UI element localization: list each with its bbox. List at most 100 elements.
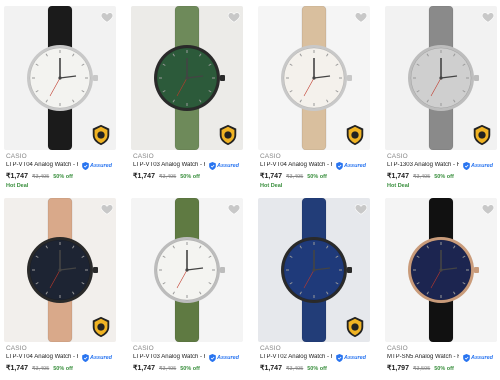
wishlist-heart-icon[interactable] [481, 10, 495, 24]
assured-label: Assured [463, 353, 493, 362]
discount-label: 50% off [180, 366, 200, 372]
product-title[interactable]: LTP-VT04 Analog Watch - For W... [260, 162, 332, 168]
assured-text: Assured [90, 162, 113, 169]
product-card[interactable]: CASIO LTP-VT02 Analog Watch - For W... A… [258, 194, 370, 380]
price-row: ₹1,747 ₹3,495 50% off [133, 172, 200, 180]
product-card[interactable]: CASIO LTP-VT03 Analog Watch - For W... A… [131, 2, 243, 188]
assured-label: Assured [82, 161, 112, 170]
assured-badge-icon [344, 316, 366, 338]
assured-label: Assured [336, 353, 366, 362]
price-row: ₹1,747 ₹3,495 50% off [6, 172, 73, 180]
product-brand: CASIO [387, 345, 408, 352]
wishlist-heart-icon[interactable] [100, 202, 114, 216]
selling-price: ₹1,747 [133, 365, 155, 372]
product-title[interactable]: LTP-VT03 Analog Watch - For W... [133, 162, 205, 168]
assured-text: Assured [471, 162, 494, 169]
selling-price: ₹1,797 [387, 365, 409, 372]
assured-text: Assured [344, 354, 367, 361]
assured-text: Assured [90, 354, 113, 361]
assured-badge-icon [90, 124, 112, 146]
assured-icon [463, 161, 470, 170]
assured-label: Assured [336, 161, 366, 170]
price-row: ₹1,747 ₹3,495 50% off [6, 364, 73, 372]
wishlist-heart-icon[interactable] [227, 202, 241, 216]
assured-label: Assured [463, 161, 493, 170]
product-brand: CASIO [133, 345, 154, 352]
hot-deal-label: Hot Deal [387, 183, 410, 189]
watch-image [131, 198, 243, 342]
mrp-price: ₹3,595 [412, 366, 431, 372]
mrp-price: ₹3,495 [31, 174, 50, 180]
assured-text: Assured [217, 354, 240, 361]
assured-icon [82, 353, 89, 362]
price-row: ₹1,797 ₹3,595 50% off [387, 364, 454, 372]
product-grid: CASIO LTP-VT04 Analog Watch - For W... A… [0, 0, 500, 373]
product-brand: CASIO [387, 153, 408, 160]
price-row: ₹1,747 ₹3,495 50% off [260, 364, 327, 372]
mrp-price: ₹3,495 [412, 174, 431, 180]
selling-price: ₹1,747 [133, 173, 155, 180]
assured-icon [209, 161, 216, 170]
price-row: ₹1,747 ₹3,495 50% off [260, 172, 327, 180]
product-image[interactable] [4, 198, 116, 342]
product-card[interactable]: CASIO LTP-VT03 Analog Watch - For W... A… [131, 194, 243, 380]
product-brand: CASIO [6, 345, 27, 352]
discount-label: 50% off [53, 174, 73, 180]
product-card[interactable]: CASIO LTP-VT04 Analog Watch - For W... A… [258, 2, 370, 189]
price-row: ₹1,747 ₹3,495 50% off [387, 172, 454, 180]
assured-label: Assured [82, 353, 112, 362]
selling-price: ₹1,747 [6, 365, 28, 372]
product-image[interactable] [385, 198, 497, 342]
product-title[interactable]: LTP-VT04 Analog Watch - For W... [6, 162, 78, 168]
product-title[interactable]: LTP-VT03 Analog Watch - For W... [133, 354, 205, 360]
product-title[interactable]: LTP-1303 Analog Watch - For W... [387, 162, 459, 168]
product-image[interactable] [131, 198, 243, 342]
assured-label: Assured [209, 353, 239, 362]
assured-badge-icon [344, 124, 366, 146]
assured-icon [463, 353, 470, 362]
wishlist-heart-icon[interactable] [100, 10, 114, 24]
assured-icon [336, 161, 343, 170]
product-image[interactable] [131, 6, 243, 150]
product-title[interactable]: LTP-VT04 Analog Watch - For W... [6, 354, 78, 360]
assured-text: Assured [344, 162, 367, 169]
wishlist-heart-icon[interactable] [354, 202, 368, 216]
mrp-price: ₹3,495 [31, 366, 50, 372]
product-title[interactable]: LTP-VT02 Analog Watch - For W... [260, 354, 332, 360]
product-title[interactable]: MTP-SN5 Analog Watch - For W... [387, 354, 459, 360]
wishlist-heart-icon[interactable] [354, 10, 368, 24]
assured-text: Assured [217, 162, 240, 169]
assured-badge-icon [217, 124, 239, 146]
selling-price: ₹1,747 [260, 173, 282, 180]
assured-icon [82, 161, 89, 170]
discount-label: 50% off [434, 366, 454, 372]
hot-deal-label: Hot Deal [260, 183, 283, 189]
mrp-price: ₹3,495 [158, 174, 177, 180]
product-card[interactable]: CASIO LTP-VT04 Analog Watch - For W... A… [4, 2, 116, 189]
product-card[interactable]: CASIO LTP-VT04 Analog Watch - For W... A… [4, 194, 116, 380]
wishlist-heart-icon[interactable] [481, 202, 495, 216]
product-image[interactable] [385, 6, 497, 150]
mrp-price: ₹3,495 [285, 366, 304, 372]
hot-deal-label: Hot Deal [6, 183, 29, 189]
product-brand: CASIO [260, 153, 281, 160]
selling-price: ₹1,747 [6, 173, 28, 180]
selling-price: ₹1,747 [387, 173, 409, 180]
product-image[interactable] [258, 198, 370, 342]
assured-badge-icon [471, 124, 493, 146]
product-brand: CASIO [6, 153, 27, 160]
product-image[interactable] [4, 6, 116, 150]
assured-label: Assured [209, 161, 239, 170]
price-row: ₹1,747 ₹3,495 50% off [133, 364, 200, 372]
discount-label: 50% off [307, 366, 327, 372]
product-brand: CASIO [133, 153, 154, 160]
product-card[interactable]: CASIO MTP-SN5 Analog Watch - For W... As… [385, 194, 497, 380]
discount-label: 50% off [180, 174, 200, 180]
discount-label: 50% off [307, 174, 327, 180]
discount-label: 50% off [434, 174, 454, 180]
product-card[interactable]: CASIO LTP-1303 Analog Watch - For W... A… [385, 2, 497, 189]
assured-text: Assured [471, 354, 494, 361]
wishlist-heart-icon[interactable] [227, 10, 241, 24]
product-image[interactable] [258, 6, 370, 150]
assured-icon [209, 353, 216, 362]
